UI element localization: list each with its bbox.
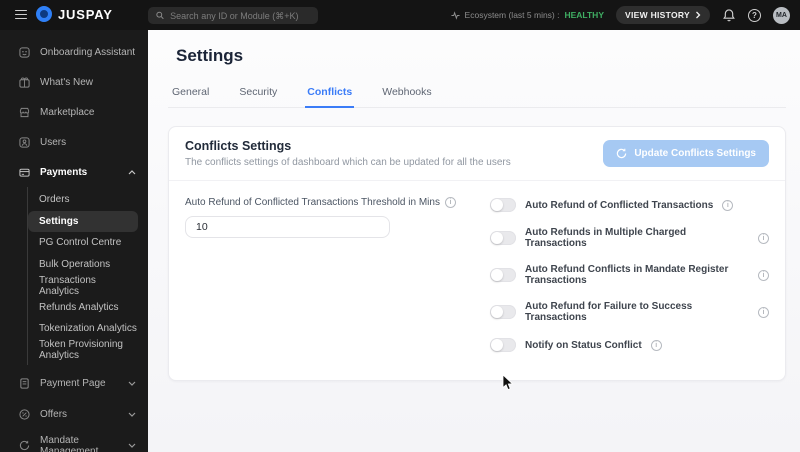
update-conflicts-settings-button[interactable]: Update Conflicts Settings bbox=[603, 140, 769, 167]
card-body: Auto Refund of Conflicted Transactions T… bbox=[169, 181, 785, 380]
sidebar-item-onboarding-assistant[interactable]: Onboarding Assistant bbox=[0, 37, 148, 67]
toggles-list: Auto Refund of Conflicted Transactions i… bbox=[490, 197, 769, 352]
tab-general[interactable]: General bbox=[170, 81, 211, 108]
toggle-switch[interactable] bbox=[490, 198, 516, 212]
sidebar-item-label: Offers bbox=[40, 409, 68, 420]
sidebar-item-mandate-management[interactable]: Mandate Management bbox=[0, 430, 148, 452]
info-icon[interactable]: i bbox=[758, 269, 769, 281]
sidebar-subitem-refunds-analytics[interactable]: Refunds Analytics bbox=[28, 297, 138, 319]
toggle-label: Auto Refund for Failure to Success Trans… bbox=[525, 301, 693, 323]
payments-submenu: Orders Settings PG Control Centre Bulk O… bbox=[27, 187, 148, 365]
onboarding-assistant-icon bbox=[19, 46, 30, 58]
sidebar-item-marketplace[interactable]: Marketplace bbox=[0, 97, 148, 127]
card-subtitle: The conflicts settings of dashboard whic… bbox=[185, 157, 511, 168]
threshold-input[interactable] bbox=[185, 216, 390, 238]
users-icon bbox=[19, 136, 30, 148]
global-search[interactable] bbox=[148, 7, 318, 24]
sidebar-item-whats-new[interactable]: What's New bbox=[0, 67, 148, 97]
sidebar-item-offers[interactable]: Offers bbox=[0, 399, 148, 430]
sidebar-item-label: Onboarding Assistant bbox=[40, 46, 136, 58]
notifications-bell-icon[interactable] bbox=[722, 8, 736, 23]
settings-tabs: General Security Conflicts Webhooks bbox=[168, 81, 786, 108]
view-history-label: VIEW HISTORY bbox=[625, 10, 690, 20]
marketplace-icon bbox=[19, 107, 30, 118]
toggle-row-notify-status-conflict: Notify on Status Conflict i bbox=[490, 338, 769, 352]
toggle-row-auto-refund-failure-to-success: Auto Refund for Failure to Success Trans… bbox=[490, 301, 769, 323]
hamburger-menu-icon[interactable] bbox=[15, 10, 27, 19]
view-history-button[interactable]: VIEW HISTORY bbox=[616, 6, 710, 24]
offers-icon bbox=[19, 409, 30, 420]
payment-page-icon bbox=[19, 378, 30, 389]
toggle-row-auto-refund-conflicted: Auto Refund of Conflicted Transactions i bbox=[490, 198, 769, 212]
payments-icon bbox=[19, 167, 30, 178]
info-icon[interactable]: i bbox=[650, 339, 662, 351]
toggle-label: Auto Refund Conflicts in Mandate Registe… bbox=[525, 264, 729, 286]
sidebar-item-label: Mandate Management bbox=[40, 434, 99, 452]
juspay-logo-text: JUSPAY bbox=[58, 6, 113, 22]
search-icon bbox=[156, 11, 164, 20]
sidebar-item-payment-page[interactable]: Payment Page bbox=[0, 368, 148, 399]
toggle-switch[interactable] bbox=[490, 338, 516, 352]
sidebar-item-label: Marketplace bbox=[40, 106, 95, 118]
mandate-management-icon bbox=[19, 440, 30, 451]
chevron-up-icon bbox=[128, 169, 136, 174]
conflicts-settings-card: Conflicts Settings The conflicts setting… bbox=[168, 126, 786, 381]
toggle-switch[interactable] bbox=[490, 305, 516, 319]
top-bar: JUSPAY Ecosystem (last 5 mins) : HEALTHY… bbox=[0, 0, 800, 30]
tab-webhooks[interactable]: Webhooks bbox=[380, 81, 433, 108]
help-icon[interactable]: ? bbox=[748, 8, 761, 22]
sidebar-item-users[interactable]: Users bbox=[0, 127, 148, 157]
info-icon[interactable]: i bbox=[758, 306, 769, 318]
chevron-down-icon bbox=[128, 381, 136, 386]
topbar-right-cluster: Ecosystem (last 5 mins) : HEALTHY VIEW H… bbox=[450, 0, 790, 30]
search-input[interactable] bbox=[170, 10, 310, 21]
sidebar-subitem-orders[interactable]: Orders bbox=[28, 189, 138, 211]
ecosystem-label: Ecosystem (last 5 mins) : bbox=[464, 10, 560, 20]
toggle-label: Auto Refund of Conflicted Transactions bbox=[525, 199, 714, 211]
sidebar-item-label: Payments bbox=[40, 166, 88, 178]
page-title: Settings bbox=[176, 46, 244, 65]
threshold-field: Auto Refund of Conflicted Transactions T… bbox=[185, 197, 490, 352]
update-button-label: Update Conflicts Settings bbox=[634, 148, 756, 159]
chevron-right-icon bbox=[696, 11, 701, 19]
sidebar-item-label: Users bbox=[40, 136, 67, 148]
sidebar-subitem-bulk-operations[interactable]: Bulk Operations bbox=[28, 254, 138, 276]
main-content: Settings General Security Conflicts Webh… bbox=[148, 30, 800, 452]
card-header: Conflicts Settings The conflicts setting… bbox=[169, 127, 785, 181]
sidebar-subitem-token-provisioning-analytics[interactable]: Token Provisioning Analytics bbox=[28, 339, 138, 361]
toggle-label: Auto Refunds in Multiple Charged Transac… bbox=[525, 227, 687, 249]
info-icon[interactable]: i bbox=[758, 232, 769, 244]
juspay-logo-icon bbox=[36, 6, 52, 22]
sidebar-item-label: What's New bbox=[40, 76, 94, 88]
sidebar-subitem-tokenization-analytics[interactable]: Tokenization Analytics bbox=[28, 318, 138, 340]
refresh-icon bbox=[617, 148, 627, 159]
ecosystem-status-icon bbox=[450, 10, 460, 20]
threshold-label: Auto Refund of Conflicted Transactions T… bbox=[185, 197, 440, 208]
user-avatar[interactable]: MA bbox=[773, 6, 790, 24]
info-icon[interactable]: i bbox=[722, 199, 734, 211]
sidebar: Onboarding Assistant What's New Marketpl… bbox=[0, 30, 148, 452]
sidebar-item-label: Payment Page bbox=[40, 378, 106, 389]
juspay-logo: JUSPAY bbox=[36, 6, 113, 22]
toggle-switch[interactable] bbox=[490, 268, 516, 282]
whats-new-icon bbox=[19, 76, 30, 88]
chevron-down-icon bbox=[128, 443, 136, 448]
sidebar-subitem-transactions-analytics[interactable]: Transactions Analytics bbox=[28, 275, 138, 297]
tab-security[interactable]: Security bbox=[237, 81, 279, 108]
ecosystem-health-badge: HEALTHY bbox=[564, 10, 604, 20]
toggle-row-auto-refund-mandate-register: Auto Refund Conflicts in Mandate Registe… bbox=[490, 264, 769, 286]
ecosystem-status: Ecosystem (last 5 mins) : HEALTHY bbox=[450, 10, 604, 20]
card-title: Conflicts Settings bbox=[185, 139, 292, 153]
info-icon[interactable]: i bbox=[444, 197, 456, 208]
sidebar-subitem-pg-control-centre[interactable]: PG Control Centre bbox=[28, 232, 138, 254]
tab-conflicts[interactable]: Conflicts bbox=[305, 81, 355, 108]
chevron-down-icon bbox=[128, 412, 136, 417]
toggle-label: Notify on Status Conflict bbox=[525, 339, 642, 351]
sidebar-item-payments[interactable]: Payments bbox=[0, 157, 148, 187]
sidebar-subitem-settings[interactable]: Settings bbox=[28, 210, 138, 232]
toggle-row-auto-refunds-multiple-charged: Auto Refunds in Multiple Charged Transac… bbox=[490, 227, 769, 249]
toggle-switch[interactable] bbox=[490, 231, 516, 245]
